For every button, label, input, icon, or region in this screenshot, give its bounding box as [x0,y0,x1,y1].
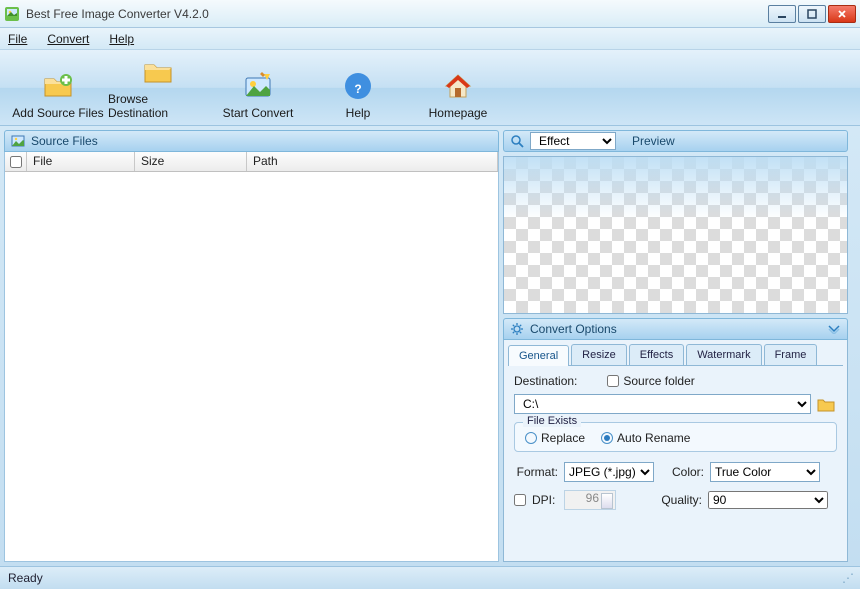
toolbar-label: Help [346,106,371,120]
effect-select[interactable]: Effect [530,132,616,150]
col-file[interactable]: File [27,152,135,171]
browse-folder-button[interactable] [815,394,837,414]
tab-general[interactable]: General [508,345,569,366]
color-label: Color: [668,465,704,479]
convert-options-header: Convert Options [503,318,848,340]
dpi-checkbox[interactable] [514,494,526,506]
menu-convert[interactable]: Convert [47,32,89,46]
preview-label: Preview [632,134,675,148]
app-icon [4,6,20,22]
browse-destination-button[interactable]: Browse Destination [108,56,208,120]
help-button[interactable]: ? Help [308,56,408,120]
start-convert-button[interactable]: Start Convert [208,56,308,120]
folder-icon [142,56,174,88]
col-path[interactable]: Path [247,152,498,171]
destination-path-select[interactable]: C:\ [514,394,811,414]
effect-preview-header: Effect Preview [503,130,848,152]
format-label: Format: [514,465,558,479]
status-text: Ready [8,571,43,585]
toolbar-label: Homepage [429,106,488,120]
tab-watermark[interactable]: Watermark [686,344,761,365]
toolbar-label: Start Convert [223,106,294,120]
menubar: File Convert Help [0,28,860,50]
menu-help[interactable]: Help [109,32,134,46]
picture-icon [11,134,25,148]
convert-options-body: General Resize Effects Watermark Frame D… [503,340,848,562]
tabs: General Resize Effects Watermark Frame [508,344,843,366]
source-folder-option[interactable]: Source folder [607,374,694,388]
svg-text:?: ? [354,82,361,96]
gear-icon [510,322,524,336]
folder-icon [817,396,835,412]
select-all-checkbox[interactable] [10,156,22,168]
source-files-list[interactable]: File Size Path [4,152,499,562]
titlebar: Best Free Image Converter V4.2.0 [0,0,860,28]
tab-resize[interactable]: Resize [571,344,627,365]
source-folder-checkbox[interactable] [607,375,619,387]
tab-frame[interactable]: Frame [764,344,818,365]
dpi-label: DPI: [532,493,558,507]
statusbar: Ready ⋰ [0,566,860,589]
source-files-header: Source Files [4,130,499,152]
maximize-button[interactable] [798,5,826,23]
quality-label: Quality: [652,493,702,507]
file-exists-legend: File Exists [523,415,581,427]
toolbar-label: Browse Destination [108,92,208,120]
col-size[interactable]: Size [135,152,247,171]
zoom-icon [510,134,524,148]
panel-title: Convert Options [530,322,617,336]
homepage-button[interactable]: Homepage [408,56,508,120]
home-icon [442,70,474,102]
convert-icon [242,70,274,102]
dpi-spinner[interactable]: 96 [564,490,616,510]
col-checkbox[interactable] [5,152,27,171]
file-exists-group: File Exists Replace Auto Rename [514,422,837,452]
color-select[interactable]: True Color [710,462,820,482]
resize-grip[interactable]: ⋰ [842,571,852,585]
destination-label: Destination: [514,374,577,388]
collapse-icon[interactable] [827,324,841,334]
table-header: File Size Path [5,152,498,172]
add-source-files-button[interactable]: Add Source Files [8,56,108,120]
replace-radio[interactable]: Replace [525,431,585,445]
menu-file[interactable]: File [8,32,27,46]
panel-title: Source Files [31,134,98,148]
window-title: Best Free Image Converter V4.2.0 [26,7,768,21]
quality-select[interactable]: 90 [708,491,828,509]
folder-add-icon [42,70,74,102]
preview-area [503,156,848,314]
help-icon: ? [342,70,374,102]
toolbar-label: Add Source Files [12,106,103,120]
toolbar: Add Source Files Browse Destination Star… [0,50,860,126]
auto-rename-radio[interactable]: Auto Rename [601,431,690,445]
close-button[interactable] [828,5,856,23]
tab-effects[interactable]: Effects [629,344,684,365]
format-select[interactable]: JPEG (*.jpg) [564,462,654,482]
main-area: Source Files File Size Path Effect Previ… [0,126,860,566]
minimize-button[interactable] [768,5,796,23]
